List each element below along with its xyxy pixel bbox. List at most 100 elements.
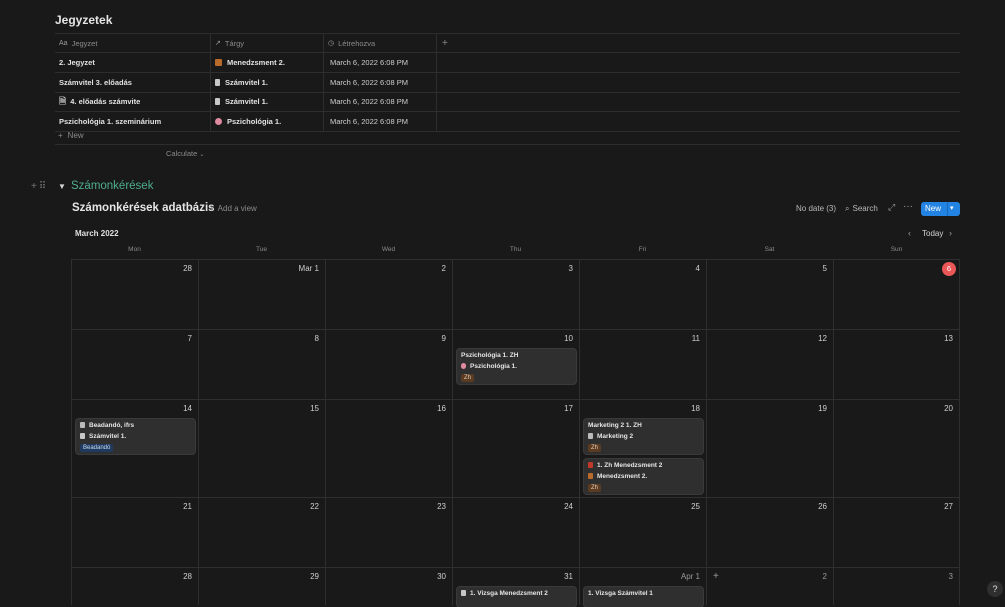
calendar-day[interactable]: Mar 1 (198, 260, 325, 330)
calendar-day[interactable]: 24 (452, 498, 579, 568)
calendar-day[interactable]: Apr 1 1. Vizsga Számvitel 1 (579, 568, 706, 607)
column-header-targy[interactable]: ↗ Tárgy (211, 34, 324, 52)
calendar-day[interactable]: 7 (71, 330, 198, 400)
calendar-day[interactable]: 22 (198, 498, 325, 568)
calendar-day[interactable]: 3 (452, 260, 579, 330)
table-new-row-button[interactable]: + New (58, 131, 84, 140)
calendar-day[interactable]: 25 (579, 498, 706, 568)
calendar-day[interactable]: 20 (833, 400, 960, 498)
calendar-day[interactable]: 27 (833, 498, 960, 568)
search-button[interactable]: ⌕ Search (845, 204, 878, 214)
table-header: Aa Jegyzet ↗ Tárgy ◷ Létrehozva + (55, 33, 960, 53)
plus-icon[interactable]: + (713, 571, 719, 582)
event-tag: Beadandó (80, 444, 114, 452)
row-subject[interactable]: Menedzsment 2. (211, 53, 324, 72)
column-header-jegyzet[interactable]: Aa Jegyzet (55, 34, 211, 52)
calendar-day[interactable]: 21 (71, 498, 198, 568)
calendar-day[interactable]: 19 (706, 400, 833, 498)
more-options-icon[interactable]: ··· (903, 201, 913, 212)
section-heading: Számonkérések (71, 180, 154, 192)
day-number: 8 (314, 334, 319, 343)
plus-icon[interactable]: + (31, 181, 39, 192)
relation-arrow-icon: ↗ (215, 40, 221, 47)
calendar-day[interactable]: 28 (71, 260, 198, 330)
drag-handle-icon[interactable]: ⠿ (39, 181, 48, 192)
calendar-day[interactable]: 3 (833, 568, 960, 605)
add-column-button[interactable]: + (437, 34, 457, 52)
calendar-day[interactable]: 4 (579, 260, 706, 330)
expand-icon[interactable]: ⤢ (888, 202, 895, 213)
calendar-day[interactable]: 14 Beadandó, ifrs Számvitel 1. Beadandó (71, 400, 198, 498)
chevron-right-icon[interactable]: › (949, 228, 952, 238)
row-subject[interactable]: Számvitel 1. (211, 92, 324, 112)
calendar-day[interactable]: 2 (325, 260, 452, 330)
block-handle[interactable]: +⠿ (31, 181, 48, 192)
calendar-day[interactable]: 8 (198, 330, 325, 400)
row-name[interactable]: Pszichológia 1. szeminárium (55, 112, 211, 132)
row-created: March 6, 2022 6:08 PM (324, 92, 437, 112)
calculate-button[interactable]: Calculate ⌄ (166, 149, 204, 158)
chevron-down-icon[interactable]: ▾ (950, 204, 954, 212)
table-row[interactable]: Számvitel 3. előadás Számvitel 1. March … (55, 72, 960, 93)
event-subject: Menedzsment 2. (588, 473, 647, 480)
calendar-day[interactable]: 23 (325, 498, 452, 568)
today-button[interactable]: Today (922, 229, 943, 238)
row-subject[interactable]: Számvitel 1. (211, 72, 324, 92)
calendar-day[interactable]: 11 (579, 330, 706, 400)
column-header-letrehozva[interactable]: ◷ Létrehozva (324, 34, 437, 52)
event-card[interactable]: 1. Zh Menedzsment 2 Menedzsment 2. Zh (584, 459, 703, 494)
table-row[interactable]: Pszichológia 1. szeminárium Pszichológia… (55, 112, 960, 133)
button-separator (947, 202, 948, 216)
brain-icon (215, 118, 222, 126)
row-name[interactable]: 2. Jegyzet (55, 53, 211, 72)
search-icon: ⌕ (845, 204, 850, 213)
row-name[interactable]: Számvitel 3. előadás (55, 72, 211, 92)
day-number: 29 (310, 572, 319, 581)
calendar-day[interactable]: 12 (706, 330, 833, 400)
event-tag: Zh (461, 374, 475, 382)
table-row[interactable]: 🗎 4. előadás számvite Számvitel 1. March… (55, 92, 960, 113)
day-number: 16 (437, 404, 446, 413)
calendar-day[interactable]: 13 (833, 330, 960, 400)
toggle-triangle-icon[interactable]: ▼ (58, 182, 66, 191)
calendar-day[interactable]: 29 (198, 568, 325, 605)
event-card[interactable]: Marketing 2 1. ZH Marketing 2 Zh (584, 419, 703, 454)
add-view-button[interactable]: + Add a view (209, 204, 257, 213)
calendar-day[interactable]: 5 (706, 260, 833, 330)
row-created: March 6, 2022 6:08 PM (324, 112, 437, 132)
calendar-day[interactable]: + 2 (706, 568, 833, 605)
event-card[interactable]: Pszichológia 1. ZH Pszichológia 1. Zh (457, 349, 576, 384)
chevron-down-icon: ⌄ (199, 152, 205, 158)
database-title[interactable]: Számonkérések adatbázis (72, 202, 215, 214)
help-button[interactable]: ? (987, 581, 1003, 597)
day-number: 4 (695, 264, 700, 273)
day-number: 19 (818, 404, 827, 413)
calendar-day[interactable]: 30 (325, 568, 452, 605)
weekday-label: Tue (256, 246, 267, 253)
day-number: 12 (818, 334, 827, 343)
calendar-day[interactable]: 17 (452, 400, 579, 498)
calendar-day[interactable]: 28 (71, 568, 198, 605)
weekday-label: Thu (509, 246, 522, 253)
calendar-day[interactable]: 15 (198, 400, 325, 498)
chevron-left-icon[interactable]: ‹ (908, 228, 911, 238)
calendar-day[interactable]: 16 (325, 400, 452, 498)
day-number: 11 (691, 334, 700, 343)
calendar-day[interactable]: 26 (706, 498, 833, 568)
table-row[interactable]: 2. Jegyzet Menedzsment 2. March 6, 2022 … (55, 53, 960, 73)
brain-icon (461, 363, 466, 369)
row-name[interactable]: 🗎 4. előadás számvite (55, 92, 211, 112)
calendar-day[interactable]: 10 Pszichológia 1. ZH Pszichológia 1. Zh (452, 330, 579, 400)
day-number: Apr 1 (680, 572, 700, 581)
calendar-day[interactable]: 18 Marketing 2 1. ZH Marketing 2 Zh 1. Z… (579, 400, 706, 498)
event-card[interactable]: 1. Vizsga Menedzsment 2 (457, 587, 576, 607)
calendar-week: 28 29 30 31 1. Vizsga Menedzsment 2 Apr … (71, 567, 960, 607)
calendar-day[interactable]: 31 1. Vizsga Menedzsment 2 (452, 568, 579, 607)
calendar-day-today[interactable]: 6 (833, 260, 960, 330)
calendar-day[interactable]: 9 (325, 330, 452, 400)
event-card[interactable]: 1. Vizsga Számvitel 1 (584, 587, 703, 607)
row-subject[interactable]: Pszichológia 1. (211, 112, 324, 132)
no-date-button[interactable]: No date (3) (796, 204, 836, 213)
event-card[interactable]: Beadandó, ifrs Számvitel 1. Beadandó (76, 419, 195, 454)
new-button[interactable]: New ▾ (921, 202, 960, 216)
